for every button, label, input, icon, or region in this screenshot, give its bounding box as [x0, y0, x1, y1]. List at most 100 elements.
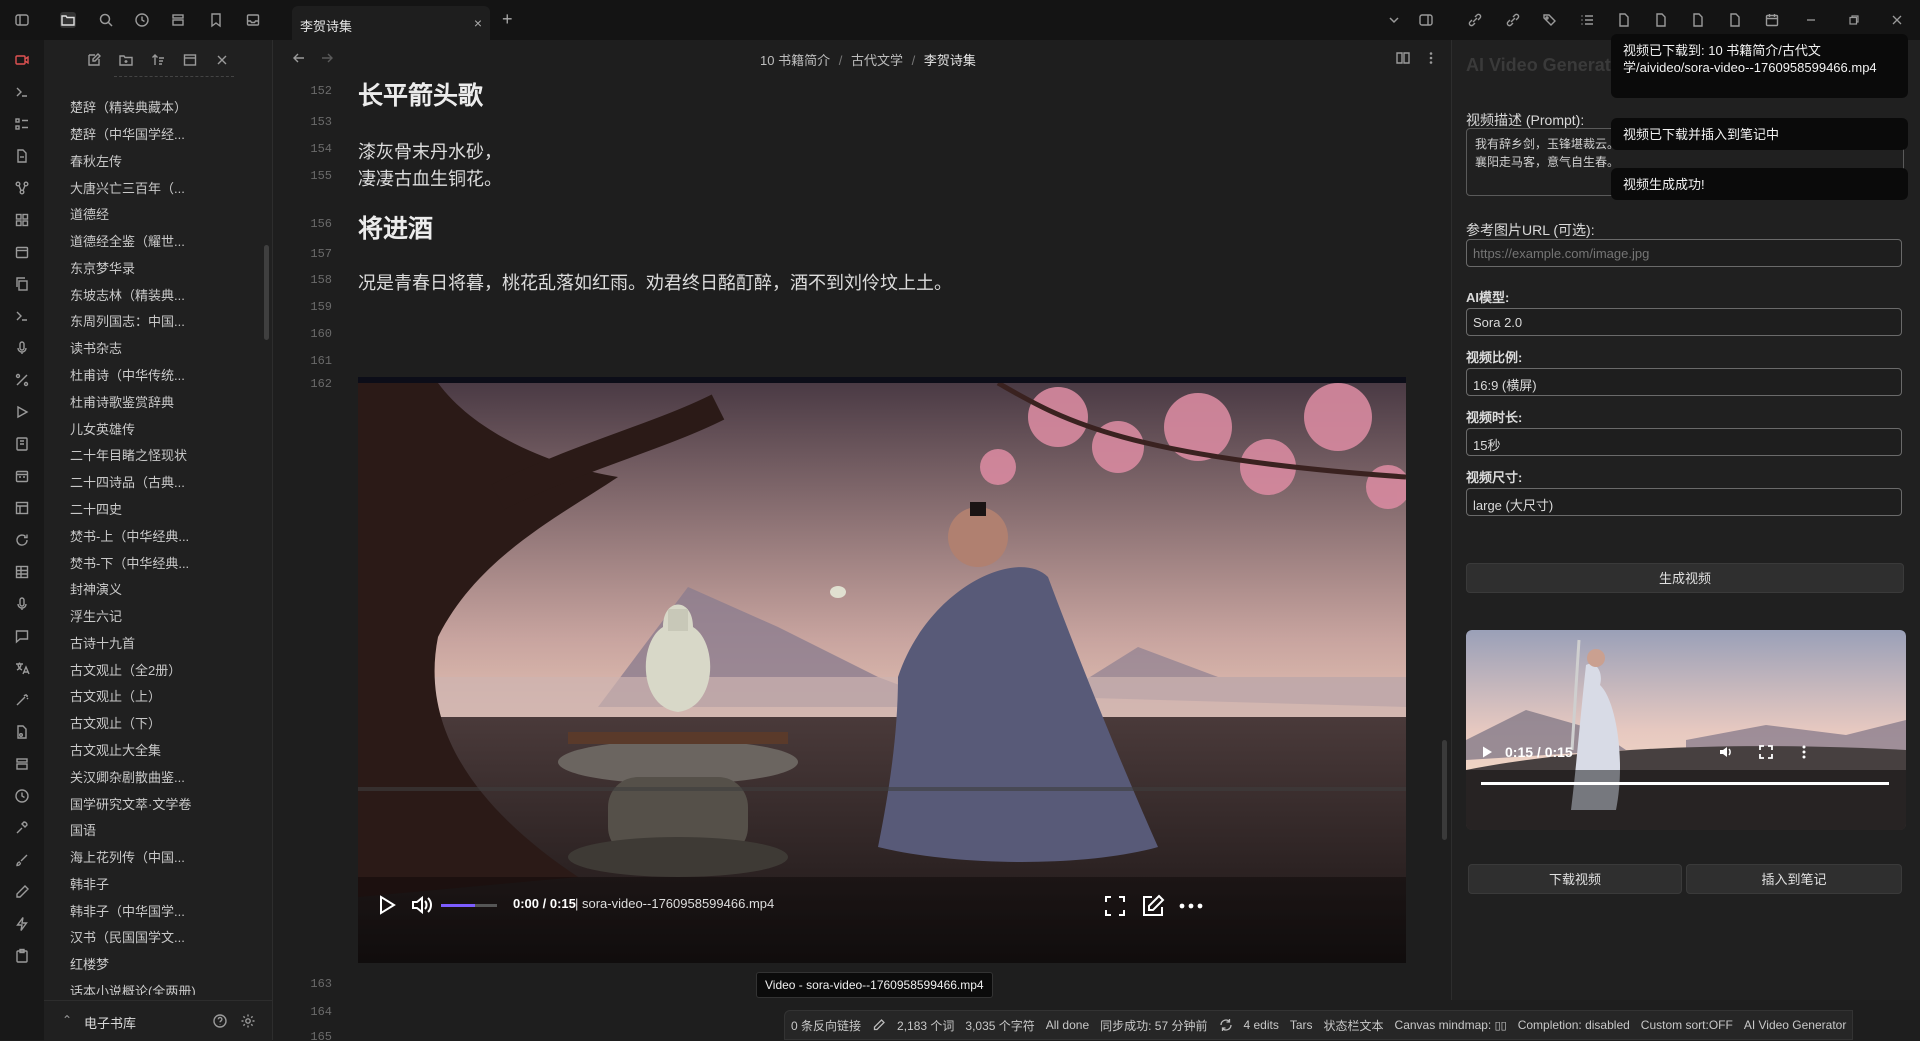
restore-icon[interactable]	[1846, 12, 1862, 28]
history-icon[interactable]	[14, 788, 30, 804]
sync-status[interactable]: 同步成功: 57 分钟前	[1100, 1017, 1207, 1034]
status-text[interactable]: 状态栏文本	[1324, 1017, 1384, 1034]
list-item[interactable]: 国学研究文萃·文学卷	[70, 794, 191, 813]
file-icon-1[interactable]	[1616, 12, 1632, 28]
list-item[interactable]: 东京梦华录	[70, 258, 135, 277]
tars-status[interactable]: Tars	[1290, 1018, 1313, 1032]
back-arrow-icon[interactable]	[291, 50, 307, 66]
list-item[interactable]: 海上花列传（中国...	[70, 847, 185, 866]
side-play-icon[interactable]	[1480, 745, 1494, 759]
ratio-select[interactable]: 16:9 (横屏)	[1466, 368, 1902, 396]
list-item[interactable]: 杜甫诗歌鉴赏辞典	[70, 392, 174, 411]
completion-status[interactable]: Completion: disabled	[1518, 1018, 1630, 1032]
file-copy-icon[interactable]	[14, 148, 30, 164]
notice-success[interactable]: 视频生成成功!	[1611, 168, 1908, 200]
model-select[interactable]: Sora 2.0	[1466, 308, 1902, 336]
clipboard-icon[interactable]	[14, 948, 30, 964]
help-icon[interactable]	[212, 1013, 228, 1029]
list-item[interactable]: 楚辞（精装典藏本）	[70, 97, 187, 116]
stack-icon[interactable]	[14, 756, 30, 772]
layout-icon[interactable]	[14, 500, 30, 516]
tags-icon[interactable]	[1542, 12, 1558, 28]
calendar-days-icon[interactable]	[14, 468, 30, 484]
insert-to-note-button[interactable]: 插入到笔记	[1686, 864, 1902, 894]
calendar-icon[interactable]	[1764, 12, 1780, 28]
bookmark-icon[interactable]	[208, 12, 224, 28]
editor-scrollbar[interactable]	[1442, 740, 1447, 840]
list-item[interactable]: 国语	[70, 820, 96, 839]
side-fullscreen-icon[interactable]	[1758, 744, 1774, 760]
list-item[interactable]: 二十四诗品（古典...	[70, 472, 185, 491]
list-item[interactable]: 楚辞（中华国学经...	[70, 124, 185, 143]
clock-icon[interactable]	[134, 12, 150, 28]
list-item[interactable]: 韩非子	[70, 874, 109, 893]
list-item[interactable]: 古诗十九首	[70, 633, 135, 652]
collapse-icon[interactable]	[182, 52, 198, 68]
list-item[interactable]: 春秋左传	[70, 151, 122, 170]
new-folder-icon[interactable]	[118, 52, 134, 68]
terminal-icon[interactable]	[14, 84, 30, 100]
duration-select[interactable]: 15秒	[1466, 428, 1902, 456]
folder-icon[interactable]	[60, 12, 76, 28]
sync-icon[interactable]	[1219, 1018, 1233, 1032]
book-icon[interactable]	[14, 436, 30, 452]
reading-mode-icon[interactable]	[1395, 50, 1411, 66]
bolt-icon[interactable]	[14, 916, 30, 932]
minimize-icon[interactable]	[1803, 12, 1819, 28]
more-options-icon[interactable]	[1423, 50, 1439, 66]
play-icon[interactable]	[14, 404, 30, 420]
volume-icon[interactable]	[410, 894, 434, 916]
magic-wand-icon[interactable]	[14, 692, 30, 708]
tools-icon[interactable]	[14, 820, 30, 836]
volume-slider[interactable]	[441, 904, 497, 907]
list-item[interactable]: 汉书（民国国学文...	[70, 927, 185, 946]
list-item[interactable]: 杜甫诗（中华传统...	[70, 365, 185, 384]
fullscreen-icon[interactable]	[1103, 894, 1127, 918]
close-icon[interactable]	[214, 52, 230, 68]
vault-name[interactable]: 电子书库	[84, 1013, 136, 1032]
notice-inserted[interactable]: 视频已下载并插入到笔记中	[1611, 118, 1908, 150]
breadcrumb-item[interactable]: 古代文学	[851, 53, 903, 68]
download-video-button[interactable]: 下载视频	[1468, 864, 1682, 894]
side-volume-icon[interactable]	[1718, 744, 1734, 760]
calendar-ribbon-icon[interactable]	[14, 244, 30, 260]
microphone-icon[interactable]	[14, 340, 30, 356]
link-edit-icon[interactable]	[1467, 12, 1483, 28]
task-status[interactable]: All done	[1046, 1018, 1089, 1032]
inbox-icon[interactable]	[245, 12, 261, 28]
list-item[interactable]: 话本小说概论(全两册)	[70, 981, 196, 995]
graph-icon[interactable]	[14, 180, 30, 196]
canvas-mindmap-status[interactable]: Canvas mindmap: ▯▯	[1395, 1018, 1507, 1032]
notice-downloaded[interactable]: 视频已下载到: 10 书籍简介/古代文学/aivideo/sora-video-…	[1611, 34, 1908, 98]
copy-icon[interactable]	[14, 276, 30, 292]
chat-icon[interactable]	[14, 628, 30, 644]
list-item[interactable]: 古文观止（下）	[70, 713, 161, 732]
edits-count[interactable]: 4 edits	[1244, 1018, 1279, 1032]
translate-icon[interactable]	[14, 660, 30, 676]
chevron-down-icon[interactable]	[1386, 12, 1402, 28]
sort-icon[interactable]	[150, 52, 166, 68]
forward-arrow-icon[interactable]	[319, 50, 335, 66]
play-button-icon[interactable]	[376, 894, 398, 916]
list-item[interactable]: 韩非子（中华国学...	[70, 901, 185, 920]
list-item[interactable]: 封神演义	[70, 579, 122, 598]
list-item[interactable]: 读书杂志	[70, 338, 122, 357]
command-icon[interactable]	[14, 308, 30, 324]
new-note-icon[interactable]	[86, 52, 102, 68]
video-player[interactable]: 0:00 / 0:15 | sora-video--1760958599466.…	[358, 377, 1406, 963]
side-more-icon[interactable]	[1796, 744, 1812, 760]
file-icon-3[interactable]	[1690, 12, 1706, 28]
brush-icon[interactable]	[14, 852, 30, 868]
percent-icon[interactable]	[14, 372, 30, 388]
list-item[interactable]: 红楼梦	[70, 954, 109, 973]
sidebar-toggle-icon[interactable]	[14, 12, 30, 28]
list-item[interactable]: 古文观止（全2册）	[70, 660, 181, 679]
list-icon[interactable]	[1579, 12, 1595, 28]
list-item[interactable]: 儿女英雄传	[70, 419, 135, 438]
list-item[interactable]: 东周列国志：中国...	[70, 311, 185, 330]
close-window-icon[interactable]	[1889, 12, 1905, 28]
checklist-icon[interactable]	[14, 116, 30, 132]
list-item[interactable]: 浮生六记	[70, 606, 122, 625]
image-url-input[interactable]	[1466, 239, 1902, 267]
generate-video-button[interactable]: 生成视频	[1466, 563, 1904, 593]
